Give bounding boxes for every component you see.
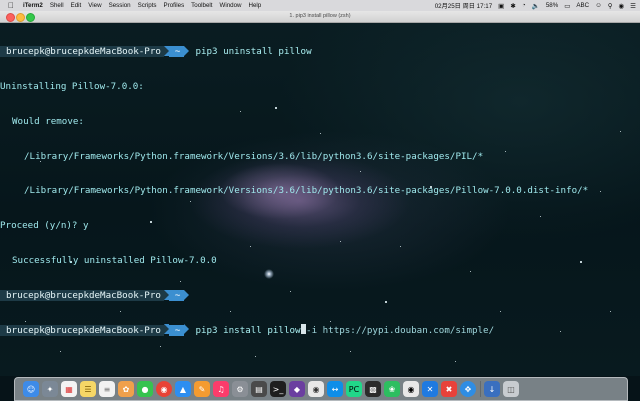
menu-shell[interactable]: Shell bbox=[50, 2, 64, 9]
teamviewer-icon[interactable]: ↔ bbox=[327, 381, 343, 397]
dock: ☺ ✦ ▦ ☰ ≡ ✿ ● ◉ ▲ ✎ ♫ ⚙ ▤ >_ ◆ ◉ ↔ PC ▩ … bbox=[14, 377, 628, 401]
console-icon[interactable]: ▩ bbox=[365, 381, 381, 397]
downloads-icon[interactable]: ↓ bbox=[484, 381, 500, 397]
calendar-icon[interactable]: ▦ bbox=[61, 381, 77, 397]
safari-icon[interactable]: ✥ bbox=[460, 381, 476, 397]
iterm-icon[interactable]: ◆ bbox=[289, 381, 305, 397]
prompt-directory: ~ bbox=[168, 325, 185, 337]
command-input[interactable]: pip3 install pillow bbox=[189, 325, 300, 336]
window-titlebar[interactable]: 1. pip3 install pillow (zsh) bbox=[0, 11, 640, 23]
notification-center-icon[interactable]: ☰ bbox=[630, 2, 636, 10]
notes-icon[interactable]: ☰ bbox=[80, 381, 96, 397]
evernote-icon[interactable]: ❀ bbox=[384, 381, 400, 397]
output-line: Successfully uninstalled Pillow-7.0.0 bbox=[12, 254, 217, 266]
command-suggestion: -i https://pypi.douban.com/simple/ bbox=[306, 325, 495, 337]
prompt-directory: ~ bbox=[168, 46, 185, 58]
qq-icon[interactable]: ◉ bbox=[308, 381, 324, 397]
battery-icon[interactable]: ▭ bbox=[564, 2, 570, 10]
output-line: /Library/Frameworks/Python.framework/Ver… bbox=[24, 185, 589, 197]
input-source[interactable]: ABC bbox=[576, 2, 589, 9]
menu-app-name[interactable]: iTerm2 bbox=[23, 2, 43, 9]
reminders-icon[interactable]: ≡ bbox=[99, 381, 115, 397]
menu-edit[interactable]: Edit bbox=[71, 2, 82, 9]
prompt-user: brucepk@brucepkdeMacBook-Pro bbox=[0, 289, 164, 301]
command-text: pip3 uninstall pillow bbox=[195, 46, 312, 58]
pycharm-icon[interactable]: PC bbox=[346, 381, 362, 397]
xmind-icon[interactable]: ✖ bbox=[441, 381, 457, 397]
clock[interactable]: 02月25日 周日 17:17 bbox=[435, 1, 492, 10]
pages-icon[interactable]: ✎ bbox=[194, 381, 210, 397]
prompt-line: brucepk@brucepkdeMacBook-Pro ~ bbox=[0, 289, 640, 302]
chrome-icon[interactable]: ◉ bbox=[156, 381, 172, 397]
activity-monitor-icon[interactable]: ▤ bbox=[251, 381, 267, 397]
photos-icon[interactable]: ✿ bbox=[118, 381, 134, 397]
terminal-window: 1. pip3 install pillow (zsh) brucepk@bru… bbox=[0, 11, 640, 376]
apple-menu-icon[interactable]:  bbox=[6, 1, 16, 10]
music-icon[interactable]: ♫ bbox=[213, 381, 229, 397]
dock-area: ☺ ✦ ▦ ☰ ≡ ✿ ● ◉ ▲ ✎ ♫ ⚙ ▤ >_ ◆ ◉ ↔ PC ▩ … bbox=[0, 376, 640, 401]
prompt-arrow-icon bbox=[184, 289, 190, 300]
launchpad-icon[interactable]: ✦ bbox=[42, 381, 58, 397]
wifi-icon[interactable]: ◔ bbox=[522, 2, 526, 9]
xcode-icon[interactable]: ✕ bbox=[422, 381, 438, 397]
trash-icon[interactable]: ◫ bbox=[503, 381, 519, 397]
menu-help[interactable]: Help bbox=[249, 2, 262, 9]
terminal-output[interactable]: brucepk@brucepkdeMacBook-Pro ~ pip3 uninst… bbox=[0, 23, 640, 359]
menu-window[interactable]: Window bbox=[220, 2, 242, 9]
prompt-directory: ~ bbox=[168, 289, 185, 301]
system-preferences-icon[interactable]: ⚙ bbox=[232, 381, 248, 397]
prompt-line: brucepk@brucepkdeMacBook-Pro ~ pip3 uninst… bbox=[0, 46, 640, 58]
menu-toolbelt[interactable]: Toolbelt bbox=[191, 2, 212, 9]
penguin-icon[interactable]: ◉ bbox=[403, 381, 419, 397]
wechat-icon[interactable]: ● bbox=[137, 381, 153, 397]
output-line: Would remove: bbox=[12, 115, 84, 127]
siri-icon[interactable]: ◉ bbox=[619, 2, 625, 10]
status-area: 02月25日 周日 17:17 ▣ ✱ ◔ 🔈 58% ▭ ABC ☺ ⚲ ◉ … bbox=[429, 0, 636, 11]
volume-icon[interactable]: 🔈 bbox=[532, 2, 540, 10]
finder-icon[interactable]: ☺ bbox=[23, 381, 39, 397]
keynote-icon[interactable]: ▲ bbox=[175, 381, 191, 397]
menu-profiles[interactable]: Profiles bbox=[164, 2, 185, 9]
window-title: 1. pip3 install pillow (zsh) bbox=[289, 13, 351, 19]
battery-percent[interactable]: 58% bbox=[546, 2, 558, 9]
spotlight-icon[interactable]: ⚲ bbox=[608, 2, 613, 10]
prompt-user: brucepk@brucepkdeMacBook-Pro bbox=[0, 46, 164, 58]
output-line: Proceed (y/n)? y bbox=[0, 220, 89, 232]
menu-view[interactable]: View bbox=[88, 2, 101, 9]
terminal-icon[interactable]: >_ bbox=[270, 381, 286, 397]
screen-share-icon[interactable]: ▣ bbox=[498, 2, 504, 10]
prompt-user: brucepk@brucepkdeMacBook-Pro bbox=[0, 325, 164, 337]
prompt-line-active[interactable]: brucepk@brucepkdeMacBook-Pro ~ pip3 instal… bbox=[0, 324, 640, 337]
user-icon[interactable]: ☺ bbox=[595, 2, 602, 9]
menu-session[interactable]: Session bbox=[109, 2, 131, 9]
dock-separator bbox=[480, 381, 481, 397]
output-line: /Library/Frameworks/Python.framework/Ver… bbox=[24, 150, 484, 162]
output-line: Uninstalling Pillow-7.0.0: bbox=[0, 80, 144, 92]
bluetooth-icon[interactable]: ✱ bbox=[510, 2, 515, 10]
menu-scripts[interactable]: Scripts bbox=[138, 2, 157, 9]
